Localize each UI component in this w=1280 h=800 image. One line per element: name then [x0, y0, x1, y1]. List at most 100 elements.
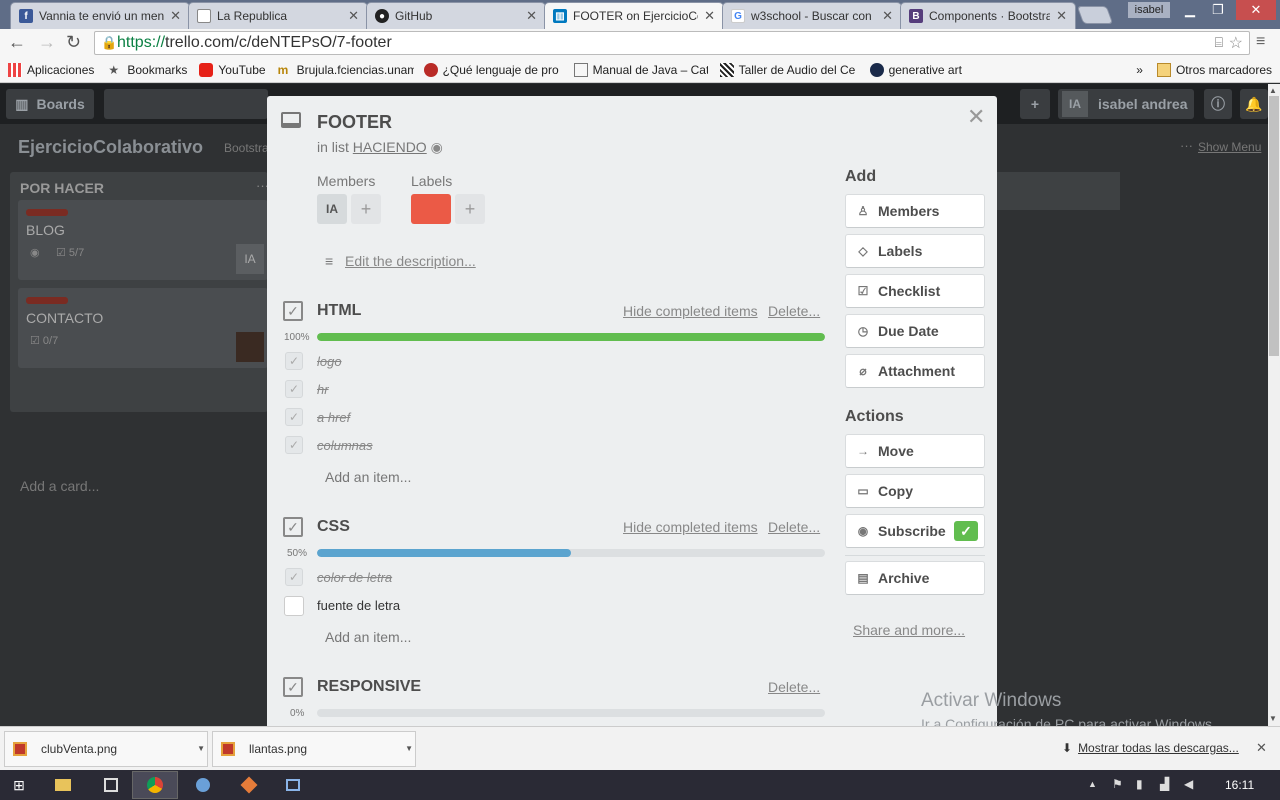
board-search-input[interactable] [104, 89, 268, 119]
clock[interactable]: 16:11 [1225, 778, 1254, 792]
address-bar[interactable]: 🔒 https://trello.com/c/deNTEPsO/7-footer… [94, 31, 1250, 55]
chrome-icon[interactable] [132, 771, 178, 799]
copy-button[interactable]: ▭ Copy [845, 474, 985, 508]
checklist-item[interactable]: color de letra [317, 570, 392, 585]
chevron-down-icon[interactable]: ▼ [197, 744, 205, 753]
battery-icon[interactable]: ▮ [1136, 777, 1143, 791]
list-title[interactable]: POR HACER [20, 180, 104, 196]
menu-icon[interactable]: ≡ [1256, 33, 1265, 51]
checklist-item[interactable]: hr [317, 382, 329, 397]
close-tab-icon[interactable]: ✕ [170, 8, 181, 24]
due-date-button[interactable]: ◷ Due Date [845, 314, 985, 348]
close-tab-icon[interactable]: ✕ [704, 8, 715, 24]
delete-checklist-link[interactable]: Delete... [768, 303, 820, 319]
user-menu[interactable]: IA isabel andrea [1058, 89, 1194, 119]
close-tab-icon[interactable]: ✕ [526, 8, 537, 24]
translate-icon[interactable]: ⌸ [1215, 34, 1223, 51]
file-explorer-icon[interactable] [40, 771, 86, 799]
scroll-up-icon[interactable]: ▲ [1269, 86, 1277, 95]
bookmark-item[interactable]: generative art [869, 62, 962, 77]
taskbar-app-icon[interactable] [226, 771, 272, 799]
restore-icon[interactable]: ❐ [1204, 0, 1232, 20]
checklist-item[interactable]: fuente de letra [317, 598, 400, 613]
checklist-title[interactable]: CSS [317, 518, 350, 536]
scrollbar-thumb[interactable] [1269, 96, 1279, 356]
show-menu-link[interactable]: Show Menu [1198, 140, 1261, 154]
list-link[interactable]: HACIENDO [353, 139, 427, 155]
flag-icon[interactable]: ⚑ [1112, 777, 1123, 791]
add-icon[interactable]: + [1020, 89, 1050, 119]
bookmark-item[interactable]: ★ Bookmarks [108, 63, 187, 77]
edit-description-link[interactable]: Edit the description... [345, 253, 476, 269]
download-item[interactable]: clubVenta.png ▼ [4, 731, 208, 767]
item-checkbox[interactable]: ✓ [285, 568, 303, 586]
forward-icon[interactable]: → [38, 32, 56, 53]
new-tab-button[interactable] [1076, 6, 1114, 24]
browser-tab[interactable]: ● GitHub ✕ [366, 2, 546, 29]
card-title[interactable]: FOOTER [317, 112, 392, 133]
share-more-link[interactable]: Share and more... [853, 622, 965, 638]
archive-button[interactable]: ▤ Archive [845, 561, 985, 595]
taskbar-app-icon[interactable] [88, 771, 134, 799]
volume-icon[interactable]: ◀ [1184, 777, 1193, 791]
item-checkbox[interactable] [284, 596, 304, 616]
browser-tab[interactable]: La Republica ✕ [188, 2, 368, 29]
board-title[interactable]: EjercicioColaborativo [18, 137, 203, 158]
tray-expand-icon[interactable]: ▲ [1088, 779, 1097, 789]
reload-icon[interactable]: ↻ [66, 32, 81, 53]
delete-checklist-link[interactable]: Delete... [768, 519, 820, 535]
show-all-downloads[interactable]: ⬇ Mostrar todas las descargas... [1062, 741, 1239, 755]
item-checkbox[interactable]: ✓ [285, 436, 303, 454]
labels-button[interactable]: ◇ Labels [845, 234, 985, 268]
move-button[interactable]: → Move [845, 434, 985, 468]
taskbar-app-icon[interactable] [270, 771, 316, 799]
close-window-icon[interactable]: ✕ [1236, 0, 1276, 20]
add-card-link[interactable]: Add a card... [20, 478, 99, 494]
browser-tab[interactable]: f Vannia te envió un mensaje✕ [10, 2, 190, 29]
close-icon[interactable]: ✕ [1256, 740, 1267, 756]
network-icon[interactable]: ▟ [1160, 777, 1169, 791]
info-icon[interactable]: ⓘ [1204, 89, 1232, 119]
download-item[interactable]: llantas.png ▼ [212, 731, 416, 767]
start-windows-icon[interactable]: ⊞ [0, 771, 38, 799]
browser-tab[interactable]: B Components · Bootstra ✕ [900, 2, 1076, 29]
item-checkbox[interactable]: ✓ [285, 352, 303, 370]
chevron-down-icon[interactable]: ▼ [405, 744, 413, 753]
subscribe-button[interactable]: ◉ Subscribe ✓ [845, 514, 985, 548]
browser-tab-active[interactable]: ▥ FOOTER on EjercicioCo ✕ [544, 2, 724, 29]
notification-bell-icon[interactable]: 🔔 [1240, 89, 1268, 119]
item-checkbox[interactable]: ✓ [285, 380, 303, 398]
close-icon[interactable]: ✕ [967, 104, 985, 130]
card-contacto[interactable]: CONTACTO ☑ 0/7 [18, 288, 268, 368]
other-bookmarks[interactable]: Otros marcadores [1156, 62, 1272, 77]
checklist-item[interactable]: logo [317, 354, 342, 369]
scroll-down-icon[interactable]: ▼ [1269, 714, 1277, 723]
browser-tab[interactable]: G w3school - Buscar con ✕ [722, 2, 902, 29]
bookmark-item[interactable]: ¿Qué lenguaje de pro [423, 62, 562, 77]
back-icon[interactable]: ← [8, 32, 26, 53]
bookmark-item[interactable]: YouTube [199, 62, 266, 77]
checklist-title[interactable]: RESPONSIVE [317, 678, 421, 696]
close-tab-icon[interactable]: ✕ [882, 8, 893, 24]
taskbar-app-icon[interactable] [180, 771, 226, 799]
more-bookmarks-icon[interactable]: » [1136, 63, 1143, 77]
close-tab-icon[interactable]: ✕ [1056, 8, 1067, 24]
checklist-button[interactable]: ☑ Checklist [845, 274, 985, 308]
hide-completed-link[interactable]: Hide completed items [623, 303, 758, 319]
hide-completed-link[interactable]: Hide completed items [623, 519, 758, 535]
bookmark-item[interactable]: m Brujula.fciencias.unam [278, 63, 414, 77]
members-button[interactable]: ♙ Members [845, 194, 985, 228]
minimize-icon[interactable]: ▁ [1176, 0, 1204, 20]
checklist-item[interactable]: columnas [317, 438, 373, 453]
add-item-link[interactable]: Add an item... [325, 629, 411, 645]
board-team[interactable]: Bootstra [224, 141, 269, 155]
checklist-item[interactable]: a href [317, 410, 350, 425]
add-label-button[interactable]: + [455, 194, 485, 224]
add-item-link[interactable]: Add an item... [325, 469, 411, 485]
bookmark-item[interactable]: Taller de Audio del Ce [719, 62, 858, 77]
bookmark-item[interactable]: Aplicaciones [8, 62, 94, 77]
add-member-button[interactable]: + [351, 194, 381, 224]
card-blog[interactable]: BLOG ◉ ☑ 5/7 IA [18, 200, 268, 280]
checklist-title[interactable]: HTML [317, 302, 361, 320]
card-label-red[interactable] [411, 194, 451, 224]
